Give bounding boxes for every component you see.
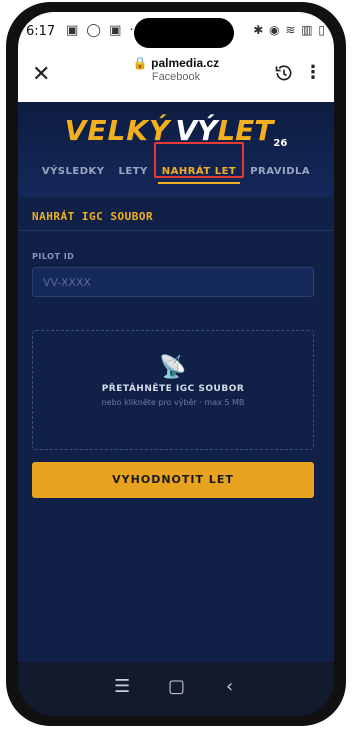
back-icon[interactable]: ‹ [226,676,233,697]
camera-notch [134,18,234,48]
nav-rules[interactable]: PRAVIDLA [250,166,310,177]
status-bar: 6:17 ▣ ◯ ▣ · ✱ ◉ ≋ ▥ ▯ [18,12,334,50]
web-page: VELKÝ VÝLET26 VÝSLEDKY LETY NAHRÁT LET P… [18,102,334,662]
satellite-dish-icon: 📡 [159,355,187,380]
browser-toolbar: ✕ 🔒 palmedia.cz Facebook ⋮ [18,50,334,103]
url-domain: 🔒 palmedia.cz [132,56,220,70]
close-icon[interactable]: ✕ [32,64,50,86]
clock: 6:17 [26,24,56,39]
history-icon[interactable] [274,63,294,83]
dropzone-title: PŘETÁHNĚTE IGC SOUBOR [101,384,245,394]
pilot-id-label: PILOT ID [32,252,75,261]
more-menu-icon[interactable]: ⋮ [304,62,322,83]
url-box[interactable]: 🔒 palmedia.cz Facebook [118,56,234,83]
system-icons: ✱ ◉ ≋ ▥ ▯ [253,23,326,37]
dropzone-hint: nebo klikněte pro výběr · max 5 MB [101,398,245,407]
notification-icons: ▣ ◯ ▣ · [66,23,136,38]
divider [18,230,334,231]
section-title: NAHRÁT IGC SOUBOR [32,210,154,223]
nav-flights[interactable]: LETY [119,166,148,177]
phone-frame: 6:17 ▣ ◯ ▣ · ✱ ◉ ≋ ▥ ▯ ✕ 🔒 palmedia.cz F… [6,2,346,726]
file-dropzone[interactable]: 📡 PŘETÁHNĚTE IGC SOUBOR nebo klikněte pr… [32,330,314,450]
screen: 6:17 ▣ ◯ ▣ · ✱ ◉ ≋ ▥ ▯ ✕ 🔒 palmedia.cz F… [18,12,334,716]
pilot-id-input[interactable]: VV-XXXX [32,267,314,297]
highlight-box [154,142,244,178]
android-nav-bar: ☰ ▢ ‹ [18,662,334,716]
nav-results[interactable]: VÝSLEDKY [42,166,105,177]
evaluate-flight-button[interactable]: VYHODNOTIT LET [32,462,314,498]
url-source: Facebook [151,71,201,83]
home-icon[interactable]: ▢ [168,676,185,697]
recent-apps-icon[interactable]: ☰ [114,676,130,697]
